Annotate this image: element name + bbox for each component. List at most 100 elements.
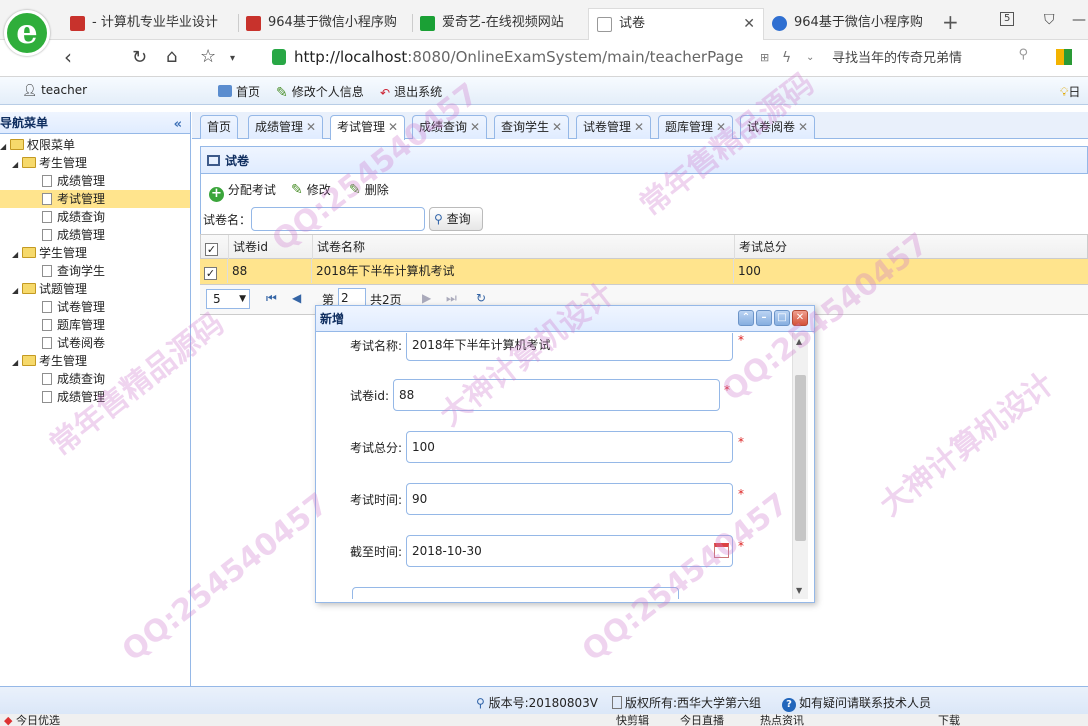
home-link[interactable]: 首页 — [218, 83, 260, 100]
close-icon[interactable]: ✕ — [306, 120, 316, 134]
deadline-date-field[interactable]: 2018-10-30 — [406, 535, 733, 567]
row-check-cell[interactable]: ✓ — [200, 259, 228, 283]
tab-count-badge[interactable]: 5 — [1000, 12, 1015, 26]
table-row[interactable]: ✓ 88 2018年下半年计算机考试 100 — [200, 259, 1088, 285]
url-field[interactable]: http://localhost:8080/OnlineExamSystem/m… — [268, 46, 828, 70]
calendar-icon[interactable] — [714, 543, 729, 558]
home-icon[interactable]: ⌂ — [166, 46, 177, 67]
close-tab-icon[interactable]: ✕ — [743, 9, 755, 39]
expand-arrow-icon[interactable]: ◢ — [12, 282, 22, 300]
favorite-dropdown-icon[interactable]: ▾ — [230, 53, 235, 64]
close-icon[interactable]: ✕ — [716, 120, 726, 134]
tab-home[interactable]: 首页 — [200, 115, 239, 139]
scroll-up-icon[interactable]: ▲ — [796, 337, 802, 346]
checkbox-checked-icon[interactable]: ✓ — [205, 243, 218, 256]
tree-item[interactable]: 成绩查询 — [42, 208, 105, 226]
maximize-icon[interactable]: □ — [774, 310, 790, 326]
tree-item[interactable]: 查询学生 — [42, 262, 105, 280]
close-icon[interactable]: ✕ — [552, 120, 562, 134]
paper-name-search-input[interactable] — [251, 207, 425, 231]
logout-link[interactable]: ↶ 退出系统 — [380, 83, 442, 100]
status-item[interactable]: 今日直播 — [680, 714, 724, 726]
tip-link[interactable]: 💡︎日 — [1060, 83, 1080, 100]
delete-button[interactable]: ✎ 删除 — [349, 181, 389, 198]
edit-profile-link[interactable]: ✎ 修改个人信息 — [276, 83, 364, 101]
assign-exam-button[interactable]: + 分配考试 — [209, 181, 276, 202]
close-icon[interactable]: ✕ — [798, 120, 808, 134]
tab-student-query[interactable]: 查询学生 ✕ — [494, 115, 570, 139]
tab-paper-review[interactable]: 试卷阅卷 ✕ — [740, 115, 816, 139]
next-field[interactable] — [352, 587, 679, 599]
exam-name-field[interactable]: 2018年下半年计算机考试 — [406, 333, 733, 361]
column-header[interactable]: 试卷id — [229, 235, 313, 259]
select-all-cell[interactable]: ✓ — [201, 235, 229, 259]
page-size-select[interactable]: 5 ▼ — [206, 289, 250, 309]
edit-button[interactable]: ✎ 修改 — [291, 181, 331, 198]
tree-item[interactable]: 试卷管理 — [42, 298, 105, 316]
close-icon[interactable]: ✕ — [388, 120, 398, 134]
tree-group-exam-2[interactable]: ◢ 考生管理 — [12, 352, 87, 370]
expand-arrow-icon[interactable]: ◢ — [12, 246, 22, 264]
new-tab-button[interactable]: + — [942, 10, 959, 34]
first-page-icon[interactable]: ⏮ — [266, 291, 277, 306]
column-header[interactable]: 试卷名称 — [313, 235, 735, 259]
minimize-icon[interactable]: – — [756, 310, 772, 326]
scroll-thumb[interactable] — [795, 375, 806, 541]
tab-exam-manage[interactable]: 考试管理 ✕ — [330, 115, 406, 140]
tab-score-query[interactable]: 成绩查询 ✕ — [412, 115, 488, 139]
query-button[interactable]: ⚲ 查询 — [429, 207, 483, 231]
tree-item[interactable]: 成绩管理 — [42, 172, 105, 190]
tree-item[interactable]: 成绩查询 — [42, 370, 105, 388]
apps-icon[interactable] — [1056, 49, 1072, 65]
tree-item[interactable]: 成绩管理 — [42, 226, 105, 244]
status-item[interactable]: 下载 — [938, 714, 960, 726]
exam-time-field[interactable]: 90 — [406, 483, 733, 515]
tab-question-bank[interactable]: 题库管理 ✕ — [658, 115, 734, 139]
dialog-scrollbar[interactable]: ▲ ▼ — [792, 333, 808, 599]
total-score-field[interactable]: 100 — [406, 431, 733, 463]
close-icon[interactable]: ✕ — [792, 310, 808, 326]
browser-logo-icon[interactable]: e — [4, 10, 50, 56]
status-item[interactable]: 快剪辑 — [616, 714, 649, 726]
browser-tab-3[interactable]: 爱奇艺-在线视频网站 — [412, 8, 586, 40]
browser-tab-2[interactable]: 964基于微信小程序购 — [238, 8, 410, 40]
prev-page-icon[interactable]: ◀ — [292, 291, 301, 305]
close-icon[interactable]: ✕ — [634, 120, 644, 134]
tree-item[interactable]: 题库管理 — [42, 316, 105, 334]
tab-score-manage[interactable]: 成绩管理 ✕ — [248, 115, 324, 139]
search-input[interactable]: 寻找当年的传奇兄弟情 ⚲ — [832, 47, 1032, 69]
collapse-icon[interactable]: ⌃ — [738, 310, 754, 326]
minimize-icon[interactable]: — — [1072, 12, 1086, 28]
tree-item[interactable]: 试卷阅卷 — [42, 334, 105, 352]
back-icon[interactable]: ‹ — [64, 45, 72, 69]
grid-icon[interactable]: ⊞ — [760, 51, 769, 64]
expand-arrow-icon[interactable]: ◢ — [0, 138, 10, 156]
tree-item[interactable]: 成绩管理 — [42, 388, 105, 406]
expand-arrow-icon[interactable]: ◢ — [12, 354, 22, 372]
search-icon[interactable]: ⚲ — [1018, 47, 1028, 62]
browser-tab-active[interactable]: 试卷 ✕ — [588, 8, 764, 40]
last-page-icon[interactable]: ⏭ — [446, 291, 457, 306]
tree-group-questions[interactable]: ◢ 试题管理 — [12, 280, 87, 298]
tree-group-students[interactable]: ◢ 学生管理 — [12, 244, 87, 262]
scroll-down-icon[interactable]: ▼ — [796, 586, 802, 595]
refresh-icon[interactable]: ↻ — [476, 291, 486, 305]
next-page-icon[interactable]: ▶ — [422, 291, 431, 305]
close-icon[interactable]: ✕ — [470, 120, 480, 134]
tree-item-selected[interactable]: 考试管理 — [0, 190, 190, 208]
expand-arrow-icon[interactable]: ◢ — [12, 156, 22, 174]
tree-root[interactable]: ◢ 权限菜单 — [0, 136, 75, 154]
status-left[interactable]: ◆ 今日优选 — [4, 714, 60, 726]
column-header[interactable]: 考试总分 — [735, 235, 1088, 259]
paper-id-field[interactable]: 88 — [393, 379, 720, 411]
tree-group-exam[interactable]: ◢ 考生管理 — [12, 154, 87, 172]
browser-tab-5[interactable]: 964基于微信小程序购 — [764, 8, 936, 40]
browser-tab-1[interactable]: - 计算机专业毕业设计 — [62, 8, 236, 40]
collapse-icon[interactable]: « — [174, 114, 182, 136]
favorite-star-icon[interactable]: ☆ — [200, 46, 216, 67]
tab-paper-manage[interactable]: 试卷管理 ✕ — [576, 115, 652, 139]
lightning-icon[interactable]: ϟ — [782, 50, 791, 66]
chevron-down-icon[interactable]: ⌄ — [806, 52, 814, 63]
refresh-icon[interactable]: ↻ — [132, 47, 147, 68]
checkbox-checked-icon[interactable]: ✓ — [204, 267, 217, 280]
